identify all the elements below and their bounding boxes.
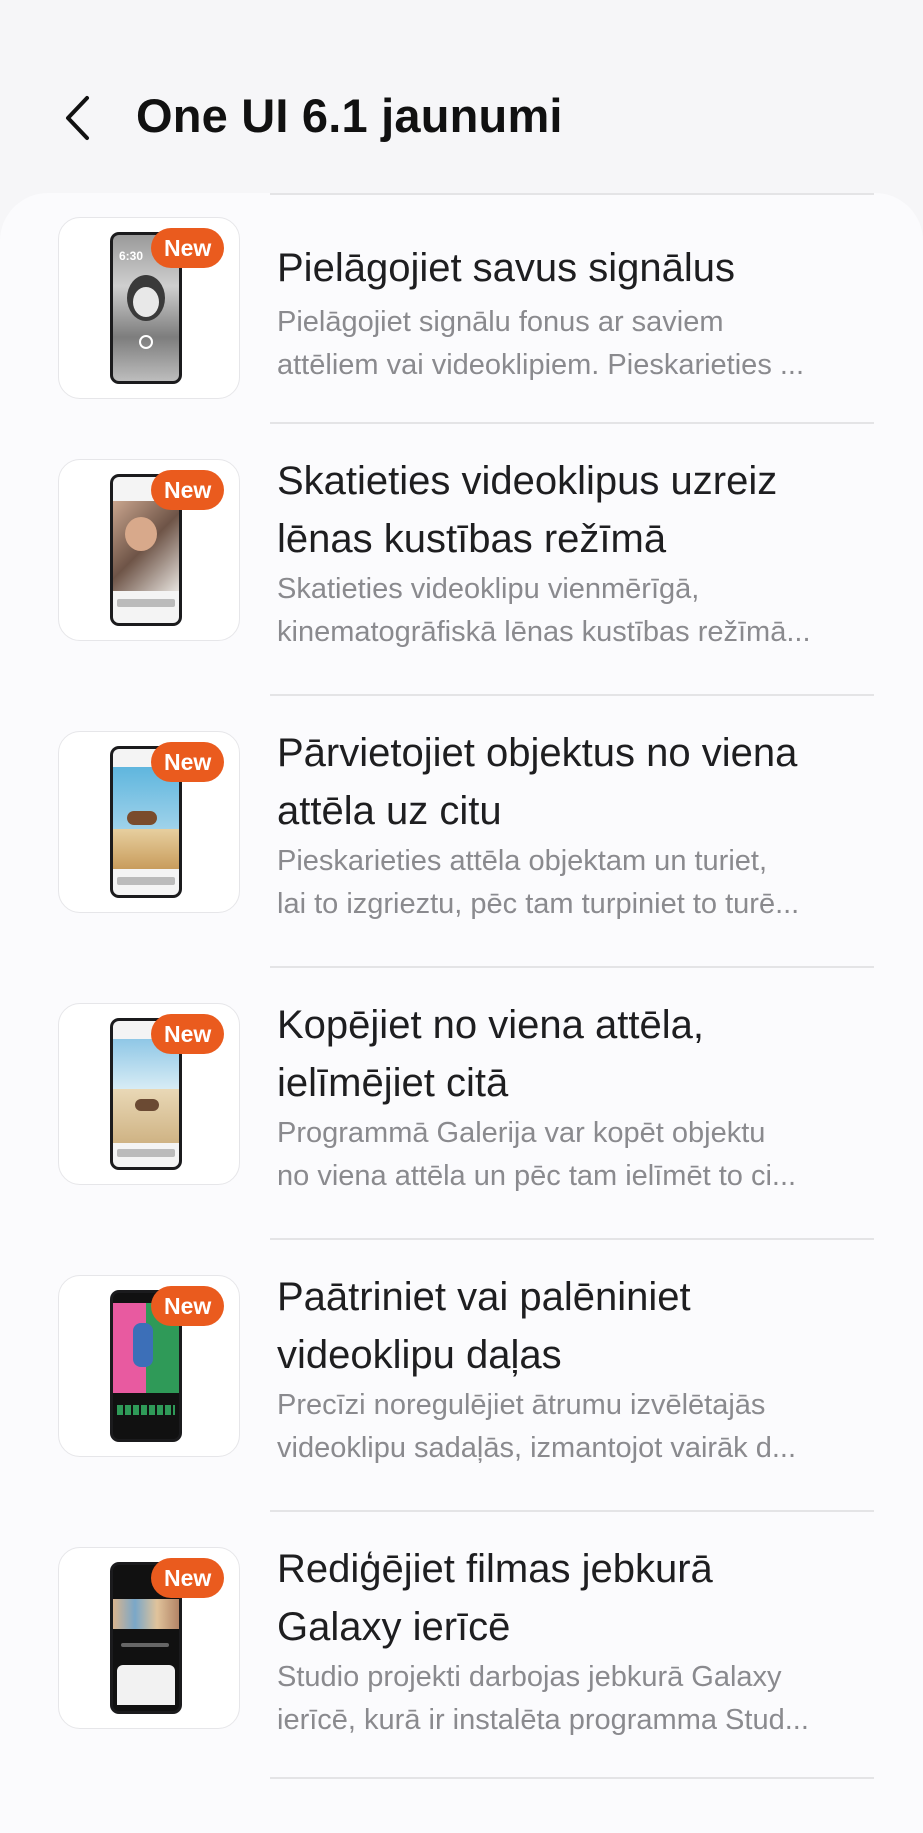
back-button[interactable]	[52, 82, 104, 154]
item-desc-line: lai to izgrieztu, pēc tam turpiniet to t…	[277, 888, 800, 920]
item-title-line: Kopējiet no viena attēla,	[277, 1003, 704, 1047]
item-description: Pielāgojiet signālu fonus ar saviem attē…	[277, 301, 877, 387]
item-description: Skatieties videoklipu vienmērīgā, kinema…	[277, 568, 877, 654]
item-desc-line: Programmā Galerija var kopēt objektu	[277, 1117, 766, 1149]
list-item-video-speed[interactable]: New Paātriniet vai palēniniet videoklipu…	[0, 1240, 923, 1510]
new-badge: New	[151, 1558, 225, 1598]
item-title-line: Rediģējiet filmas jebkurā	[277, 1547, 713, 1591]
list-item-copy-paste[interactable]: New Kopējiet no viena attēla, ielīmējiet…	[0, 968, 923, 1238]
item-thumbnail: New	[58, 1275, 240, 1457]
item-description: Precīzi noregulējiet ātrumu izvēlētajās …	[277, 1384, 877, 1470]
item-title: Paātriniet vai palēniniet videoklipu daļ…	[277, 1268, 877, 1384]
item-title: Skatieties videoklipus uzreiz lēnas kust…	[277, 452, 877, 568]
item-thumbnail: New	[58, 459, 240, 641]
item-thumbnail: New	[58, 1003, 240, 1185]
item-title-line: Galaxy ierīcē	[277, 1605, 511, 1649]
item-title: Kopējiet no viena attēla, ielīmējiet cit…	[277, 996, 877, 1112]
page-title: One UI 6.1 jaunumi	[136, 89, 563, 142]
item-title-line: Paātriniet vai palēniniet	[277, 1275, 691, 1319]
new-badge: New	[151, 228, 225, 268]
new-badge: New	[151, 1286, 225, 1326]
item-desc-line: attēliem vai videoklipiem. Pieskarieties…	[277, 349, 805, 381]
item-desc-line: Studio projekti darbojas jebkurā Galaxy	[277, 1661, 782, 1693]
item-title-line: lēnas kustības režīmā	[277, 517, 667, 561]
item-title-line: Skatieties videoklipus uzreiz	[277, 459, 778, 503]
features-list-card: 6:30 New Pielāgojiet savus signālus Piel…	[0, 193, 923, 1833]
item-thumbnail: New	[58, 1547, 240, 1729]
list-item-studio-projects[interactable]: New Rediģējiet filmas jebkurā Galaxy ier…	[0, 1512, 923, 1782]
thumb-time: 6:30	[119, 249, 144, 263]
item-desc-line: videoklipu sadaļās, izmantojot vairāk d.…	[277, 1432, 797, 1464]
chevron-left-icon	[66, 96, 89, 140]
new-badge: New	[151, 470, 225, 510]
item-desc-line: ierīcē, kurā ir instalēta programma Stud…	[277, 1704, 809, 1736]
item-title-line: Pielāgojiet savus signālus	[277, 246, 736, 290]
item-title-line: attēla uz citu	[277, 789, 502, 833]
item-desc-line: kinematogrāfiskā lēnas kustības režīmā..…	[277, 616, 811, 648]
item-description: Pieskarieties attēla objektam un turiet,…	[277, 840, 877, 926]
item-title: Pārvietojiet objektus no viena attēla uz…	[277, 724, 877, 840]
item-desc-line: no viena attēla un pēc tam ielīmēt to ci…	[277, 1160, 797, 1192]
item-title-line: Pārvietojiet objektus no viena	[277, 731, 798, 775]
item-thumbnail: 6:30 New	[58, 217, 240, 399]
item-desc-line: Pieskarieties attēla objektam un turiet,	[277, 845, 768, 877]
item-title-line: ielīmējiet citā	[277, 1061, 509, 1105]
new-badge: New	[151, 742, 225, 782]
list-divider	[270, 1777, 874, 1779]
item-title: Pielāgojiet savus signālus	[277, 239, 877, 297]
new-badge: New	[151, 1014, 225, 1054]
item-description: Programmā Galerija var kopēt objektu no …	[277, 1112, 877, 1198]
item-description: Studio projekti darbojas jebkurā Galaxy …	[277, 1656, 877, 1742]
item-desc-line: Pielāgojiet signālu fonus ar saviem	[277, 306, 724, 338]
app-header: One UI 6.1 jaunumi	[0, 0, 923, 190]
item-title: Rediģējiet filmas jebkurā Galaxy ierīcē	[277, 1540, 877, 1656]
item-title-line: videoklipu daļas	[277, 1333, 562, 1377]
list-item-move-objects[interactable]: New Pārvietojiet objektus no viena attēl…	[0, 696, 923, 966]
item-thumbnail: New	[58, 731, 240, 913]
item-desc-line: Precīzi noregulējiet ātrumu izvēlētajās	[277, 1389, 766, 1421]
list-item-slow-motion[interactable]: New Skatieties videoklipus uzreiz lēnas …	[0, 424, 923, 694]
item-desc-line: Skatieties videoklipu vienmērīgā,	[277, 573, 700, 605]
